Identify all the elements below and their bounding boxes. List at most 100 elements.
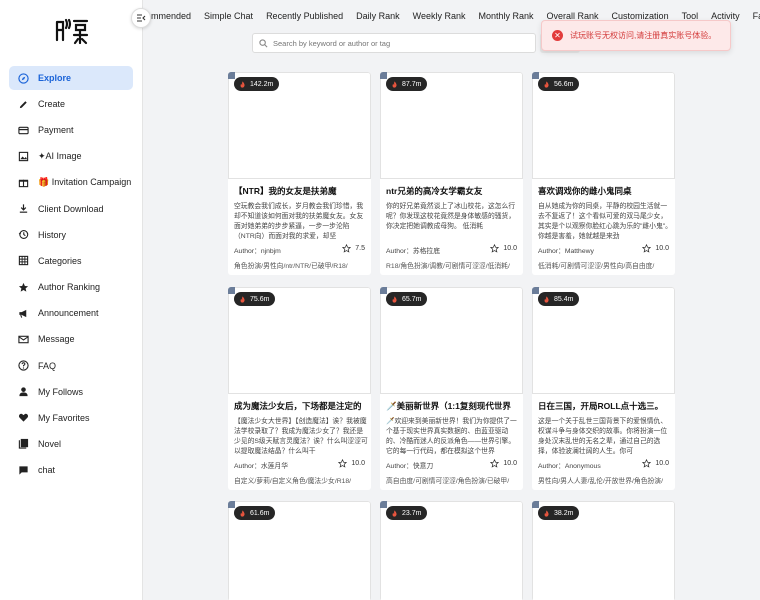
card-rating: 10.0 — [490, 459, 517, 468]
sidebar-item-history[interactable]: History — [9, 223, 133, 247]
character-card[interactable]: 75.6m 成为魔法少女后，下场都是注定的 【魔法少女大世界】【创造魔法】诶？我被魔… — [228, 287, 371, 490]
heart-icon — [18, 412, 29, 423]
sidebar-item-author-ranking[interactable]: Author Ranking — [9, 275, 133, 299]
top-nav-item[interactable]: Monthly Rank — [478, 11, 533, 21]
search-input[interactable] — [273, 38, 513, 48]
card-description: 🗡️欢迎来到美丽新世界！我们为你提供了一个基于现实世界真实数据的、由蓝亚驱动的、… — [386, 418, 517, 455]
star-outline-icon — [338, 459, 348, 468]
top-nav-item[interactable]: Weekly Rank — [413, 11, 466, 21]
sidebar-item-my-follows[interactable]: My Follows — [9, 380, 133, 404]
app-logo-icon[interactable] — [54, 16, 90, 46]
sidebar-item-label: 🎁 Invitation Campaign — [38, 177, 132, 188]
card-tags: R18/角色扮演/调教/可剧情可涩涩/低消耗/ — [386, 263, 510, 270]
sidebar-item-payment[interactable]: Payment — [9, 118, 133, 142]
sidebar-item-label: FAQ — [38, 360, 57, 371]
search-icon — [259, 38, 268, 47]
view-count-badge: 65.7m — [386, 292, 428, 306]
search-bar[interactable] — [252, 33, 536, 53]
sidebar-item-label: My Favorites — [38, 412, 90, 423]
card-corner-mark — [228, 72, 235, 79]
card-author[interactable]: Author：njnbjm — [234, 245, 281, 255]
top-nav-item[interactable]: Recently Published — [266, 11, 343, 21]
view-count: 61.6m — [250, 509, 270, 517]
card-title[interactable]: 成为魔法少女后，下场都是注定的 — [234, 400, 368, 412]
character-card[interactable]: 142.2m 【NTR】我的女友是扶弟魔 空玩教会我们成长，岁月教会我们珍惜，我却不… — [228, 72, 371, 275]
fire-icon — [240, 80, 245, 88]
megaphone-icon — [18, 308, 29, 319]
card-title[interactable]: 日在三国，开局ROLL点十选三。 — [538, 400, 672, 412]
pencil-icon — [18, 99, 29, 110]
top-nav-item[interactable]: ommended — [146, 11, 191, 21]
compass-icon — [18, 72, 29, 84]
card-author[interactable]: Author：快意刀 — [386, 460, 433, 470]
card-corner-mark — [380, 287, 387, 294]
fire-icon — [240, 509, 245, 517]
collapse-sidebar-button[interactable] — [131, 8, 151, 28]
view-count-badge: 38.2m — [538, 506, 580, 520]
card-title[interactable]: 【NTR】我的女友是扶弟魔 — [234, 185, 368, 197]
character-card[interactable]: 38.2m — [532, 501, 675, 600]
sidebar-item-faq[interactable]: FAQ — [9, 354, 133, 378]
top-nav-item[interactable]: Fav — [753, 11, 760, 21]
card-description: 这是一个关于乱世三国背景下的爱恨情仇、权谋斗争与身体交织的故事。你将扮演一位身处… — [538, 418, 668, 455]
fire-icon — [240, 295, 245, 303]
card-author[interactable]: Author：苏格拉底 — [386, 245, 440, 255]
sidebar-item-client-download[interactable]: Client Download — [9, 197, 133, 221]
character-card[interactable]: 85.4m 日在三国，开局ROLL点十选三。 这是一个关于乱世三国背景下的爱恨情仇、… — [532, 287, 675, 490]
card-rating: 10.0 — [490, 244, 517, 253]
character-card[interactable]: 23.7m — [380, 501, 523, 600]
sidebar-item-label: Payment — [38, 125, 74, 136]
top-nav-item[interactable]: Daily Rank — [356, 11, 400, 21]
sidebar-item-label: Author Ranking — [38, 282, 101, 293]
sidebar-item-create[interactable]: Create — [9, 92, 133, 116]
card-author[interactable]: Author：Anonymous — [538, 460, 601, 470]
sidebar-item-ai-image[interactable]: ✦AI Image — [9, 144, 133, 168]
sidebar-item-label: Message — [38, 334, 75, 345]
sidebar-item-message[interactable]: Message — [9, 327, 133, 351]
character-card[interactable]: 65.7m 🗡️美丽新世界（1:1复刻现代世界 🗡️欢迎来到美丽新世界！我们为你提供… — [380, 287, 523, 490]
view-count-badge: 87.7m — [386, 77, 428, 91]
rating-value: 10.0 — [503, 245, 517, 252]
sidebar-item-my-favorites[interactable]: My Favorites — [9, 406, 133, 430]
card-tags: 高自由度/可剧情可涩涩/角色扮演/已破甲/ — [386, 478, 510, 485]
card-title[interactable]: 🗡️美丽新世界（1:1复刻现代世界 — [386, 400, 520, 412]
top-nav-item[interactable]: Simple Chat — [204, 11, 253, 21]
sidebar-item-chat[interactable]: chat — [9, 458, 133, 482]
sidebar-item-novel[interactable]: Novel — [9, 432, 133, 456]
view-count-badge: 142.2m — [234, 77, 280, 91]
grid-icon — [18, 255, 29, 266]
credit-card-icon — [18, 125, 29, 136]
sidebar-item-explore[interactable]: Explore — [9, 66, 133, 90]
star-outline-icon — [642, 459, 652, 468]
character-card[interactable]: 87.7m ntr兄弟的高冷女学霸女友你的好兄弟竟然谈上了冰山校花，这怎么行呢？你… — [380, 72, 523, 275]
book-icon — [18, 438, 29, 450]
fire-icon — [544, 80, 549, 88]
card-title[interactable]: ntr兄弟的高冷女学霸女友 — [386, 185, 520, 197]
rating-value: 7.5 — [355, 245, 365, 252]
sidebar-item-announcement[interactable]: Announcement — [9, 301, 133, 325]
fire-icon — [392, 80, 397, 88]
card-author[interactable]: Author：水莲月华 — [234, 460, 288, 470]
view-count: 87.7m — [402, 80, 422, 88]
star-icon — [18, 282, 29, 293]
rating-value: 10.0 — [503, 460, 517, 467]
sidebar-item-label: My Follows — [38, 386, 84, 397]
card-rating: 7.5 — [342, 244, 365, 253]
sidebar-item-label: ✦AI Image — [38, 150, 82, 161]
fire-icon — [544, 509, 549, 517]
card-title[interactable]: 喜欢调戏你的雌小鬼同桌 — [538, 185, 672, 197]
card-tags: 角色扮演/男性向/ntr/NTR/已破甲/R18/ — [234, 263, 348, 270]
card-description: 自从她成为你的同桌，平静的校园生活就一去不复返了！这个看似可爱的双马尾少女，其实… — [538, 203, 672, 240]
sidebar-item-label: Announcement — [38, 308, 99, 319]
card-corner-mark — [380, 72, 387, 79]
history-icon — [18, 229, 29, 240]
character-card[interactable]: 56.6m 喜欢调戏你的雌小鬼同桌 自从她成为你的同桌，平静的校园生活就一去不复返了… — [532, 72, 675, 275]
card-description: 你的好兄弟竟然谈上了冰山校花，这怎么行呢？你发现这校花竟然是身体敏感的骚货，你决… — [386, 203, 516, 230]
star-outline-icon — [490, 244, 500, 253]
sidebar-item-categories[interactable]: Categories — [9, 249, 133, 273]
sidebar-item-label: Novel — [38, 438, 62, 449]
fire-icon — [392, 509, 397, 517]
sidebar-item-invitation-campaign[interactable]: 🎁 Invitation Campaign — [9, 171, 133, 195]
character-card[interactable]: 61.6m — [228, 501, 371, 600]
card-author[interactable]: Author：Matthewy — [538, 245, 594, 255]
